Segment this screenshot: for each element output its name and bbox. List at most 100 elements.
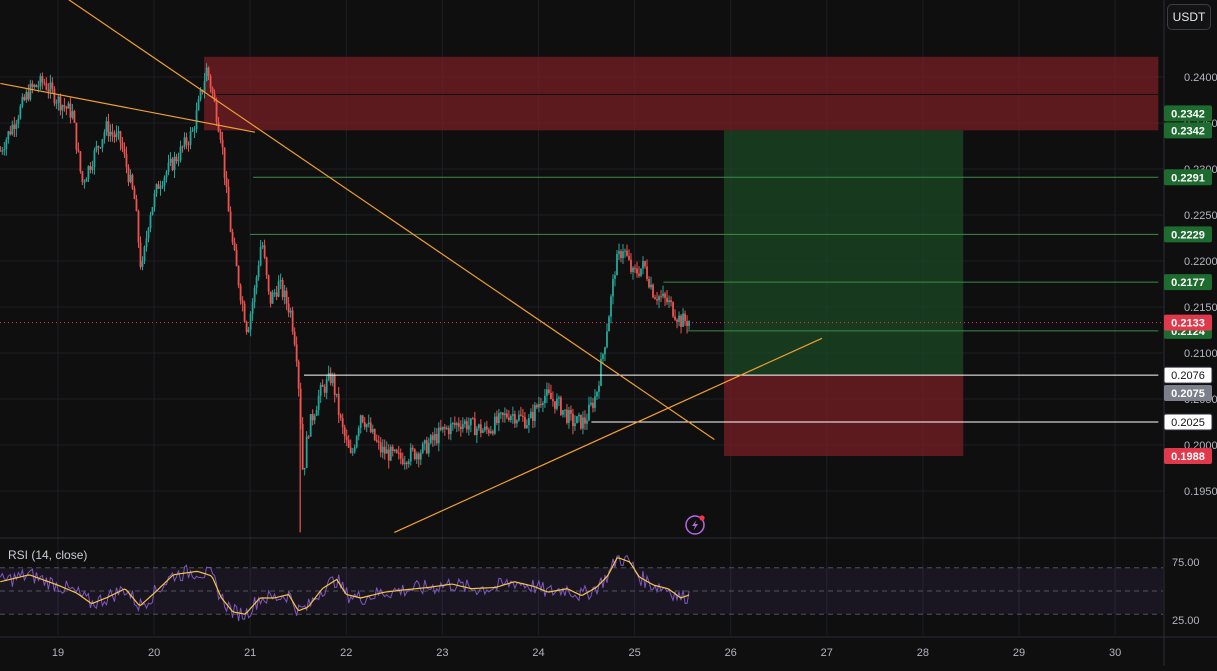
candle-body xyxy=(469,418,472,426)
price-tick-label: 0.2200 xyxy=(1184,256,1217,268)
candle-body xyxy=(648,278,650,288)
candle-body xyxy=(455,423,458,426)
chart-root[interactable]: 0.24000.23500.23000.22500.22000.21500.21… xyxy=(0,0,1217,666)
candle-body xyxy=(598,385,600,392)
candle-body xyxy=(123,148,126,154)
rsi-tick-label: 75.00 xyxy=(1172,557,1200,569)
candle-body xyxy=(485,426,488,430)
candle-body xyxy=(83,181,86,183)
candle-body xyxy=(233,242,236,250)
candle-body xyxy=(540,404,542,406)
candle-body xyxy=(315,409,318,416)
candle-body xyxy=(624,250,626,252)
candle-body xyxy=(137,211,140,243)
candle-body xyxy=(495,416,498,424)
resistance-zone xyxy=(204,56,1159,131)
price-tag-label: 0.1988 xyxy=(1171,451,1205,463)
candle-body xyxy=(343,427,346,437)
candle-body xyxy=(582,417,584,429)
candle-body xyxy=(556,398,558,409)
candle-body xyxy=(145,238,148,247)
candle-body xyxy=(319,385,322,396)
candle-body xyxy=(449,423,452,435)
candle-body xyxy=(507,417,510,421)
candle-body xyxy=(153,193,156,208)
candle-body xyxy=(43,82,46,84)
candle-body xyxy=(401,458,404,465)
candle-body xyxy=(185,137,188,145)
alert-icon[interactable] xyxy=(685,515,705,535)
candle-body xyxy=(119,131,122,143)
candle-body xyxy=(505,413,508,418)
price-tag-label: 0.2291 xyxy=(1171,172,1205,184)
time-tick-label: 25 xyxy=(628,647,640,659)
candle-body xyxy=(646,266,648,279)
candle-body xyxy=(271,292,274,304)
candle-body xyxy=(566,409,568,423)
candle-body xyxy=(439,427,442,430)
candle-body xyxy=(241,300,244,304)
candle-body xyxy=(531,411,534,421)
candle-body xyxy=(169,158,172,163)
candle-body xyxy=(618,251,620,254)
candle-body xyxy=(93,150,96,168)
price-tick-label: 0.2100 xyxy=(1184,348,1217,360)
candle-body xyxy=(517,414,520,421)
candle-body xyxy=(339,414,342,419)
candle-body xyxy=(509,415,512,421)
candle-body xyxy=(451,423,454,425)
candle-body xyxy=(421,443,424,453)
currency-badge[interactable]: USDT xyxy=(1167,4,1211,30)
candle-body xyxy=(361,415,364,422)
candle-body xyxy=(33,84,36,88)
candle-body xyxy=(205,67,208,82)
price-tag-label: 0.2075 xyxy=(1171,388,1205,400)
candle-body xyxy=(235,249,238,267)
candle-body xyxy=(273,292,276,294)
rsi-title: RSI (14, close) xyxy=(8,548,88,562)
time-tick-label: 22 xyxy=(340,647,352,659)
price-tick-label: 0.2250 xyxy=(1184,210,1217,222)
candle-body xyxy=(219,131,222,140)
candle-body xyxy=(341,418,344,428)
candle-body xyxy=(580,414,582,429)
candle-body xyxy=(592,402,594,408)
candle-body xyxy=(515,420,518,424)
time-tick-label: 20 xyxy=(148,647,160,659)
candle-body xyxy=(321,385,324,387)
candle-body xyxy=(513,414,516,424)
candle-body xyxy=(351,451,354,453)
candle-body xyxy=(349,447,352,453)
candle-body xyxy=(684,313,686,322)
candle-body xyxy=(327,372,330,380)
candle-body xyxy=(189,131,192,145)
price-tag-label: 0.2133 xyxy=(1171,318,1205,330)
candle-body xyxy=(407,461,410,465)
candle-body xyxy=(345,436,348,440)
candle-body xyxy=(15,123,18,129)
candle-body xyxy=(0,150,2,152)
candle-body xyxy=(95,146,98,151)
candle-body xyxy=(303,467,306,470)
candle-body xyxy=(175,156,178,162)
candle-body xyxy=(479,424,482,433)
candle-body xyxy=(243,303,246,322)
candle-body xyxy=(499,412,502,414)
candle-body xyxy=(141,261,144,267)
chart-canvas[interactable]: 0.24000.23500.23000.22500.22000.21500.21… xyxy=(0,0,1217,666)
candle-body xyxy=(554,401,556,409)
candle-body xyxy=(231,231,234,243)
time-tick-label: 24 xyxy=(532,647,544,659)
candle-body xyxy=(576,416,578,424)
candle-body xyxy=(151,207,154,216)
candle-body xyxy=(197,99,200,111)
candle-body xyxy=(562,410,564,415)
time-tick-label: 29 xyxy=(1013,647,1025,659)
candle-body xyxy=(369,422,372,432)
candle-body xyxy=(654,297,656,300)
candle-body xyxy=(191,130,194,132)
candle-body xyxy=(608,316,610,332)
candle-body xyxy=(51,82,54,89)
candle-body xyxy=(259,247,262,266)
candle-body xyxy=(638,273,640,276)
